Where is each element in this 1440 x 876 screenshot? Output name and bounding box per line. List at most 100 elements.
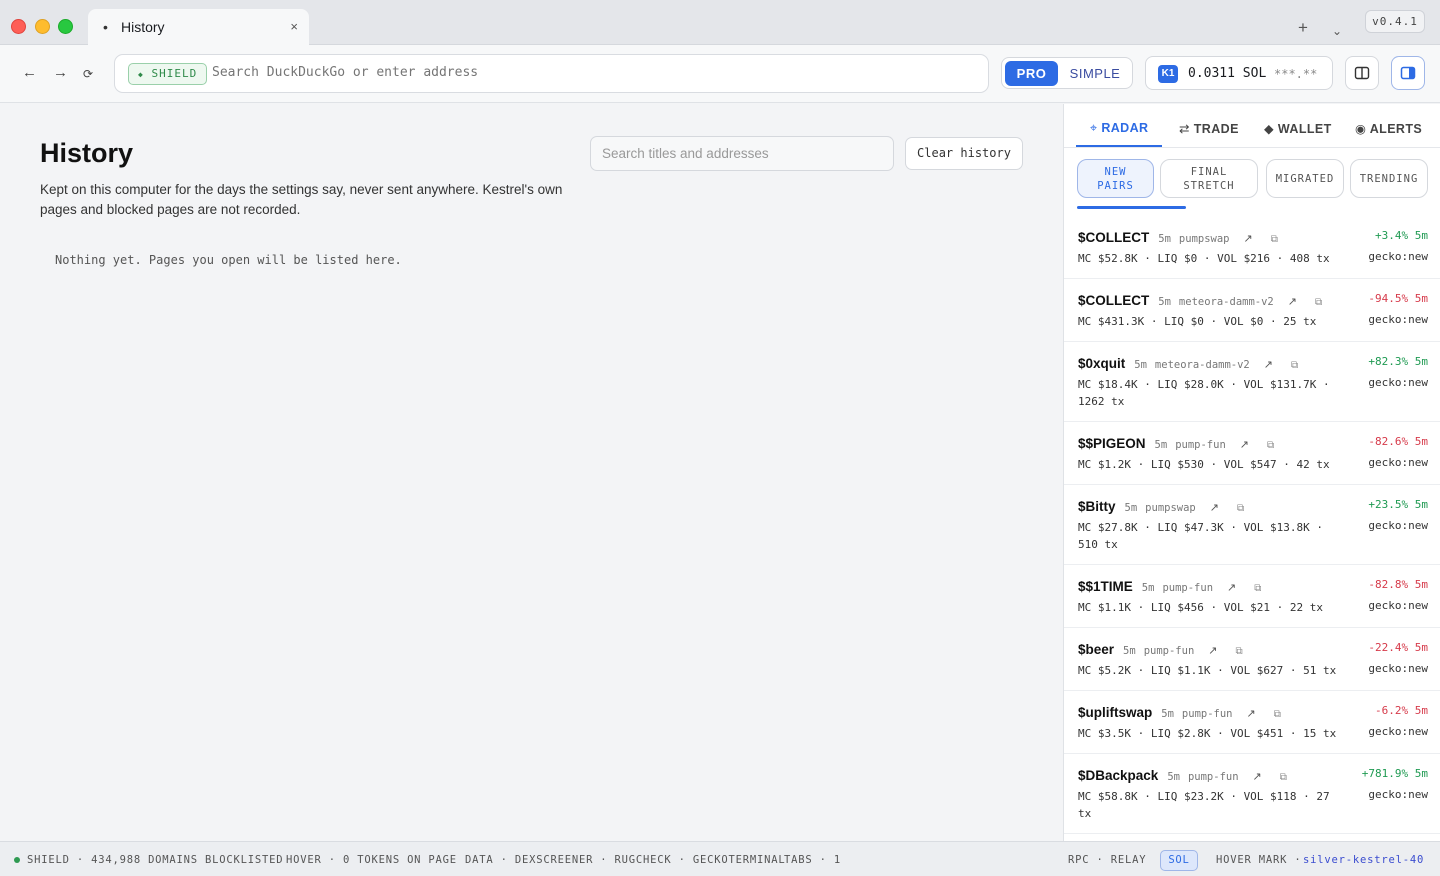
shield-status-dot xyxy=(14,857,20,863)
token-symbol[interactable]: $Bitty xyxy=(1078,499,1116,514)
clear-history-button[interactable]: Clear history xyxy=(905,137,1023,170)
token-row[interactable]: $DBackpack 5m pump-fun ↗ ⧉ +781.9% 5m gecko:ne… xyxy=(1064,754,1440,834)
token-row[interactable]: $beer 5m pump-fun ↗ ⧉ -22.4% 5m gecko:new MC $5… xyxy=(1064,628,1440,691)
tab-trade-label: TRADE xyxy=(1193,122,1239,136)
title-bar: • History × + ⌄ v0.4.1 xyxy=(0,0,1440,45)
token-symbol[interactable]: $$PIGEON xyxy=(1078,436,1146,451)
copy-icon[interactable]: ⧉ xyxy=(1315,297,1322,308)
tab-radar-label: RADAR xyxy=(1101,121,1149,135)
maximize-window-button[interactable] xyxy=(58,19,73,34)
back-icon[interactable]: ← xyxy=(22,64,37,81)
token-symbol[interactable]: $beer xyxy=(1078,642,1114,657)
address-input[interactable] xyxy=(212,65,952,80)
external-link-icon[interactable]: ↗ xyxy=(1210,501,1219,514)
history-search-input[interactable]: Search titles and addresses xyxy=(590,136,894,171)
tab-title: History xyxy=(121,19,165,35)
token-age: 5m xyxy=(1134,359,1147,371)
wallet-balance-button[interactable]: K1 0.0311 SOL ***.** xyxy=(1145,56,1333,90)
empty-state-text: Nothing yet. Pages you open will be list… xyxy=(55,253,402,267)
tab-alerts[interactable]: ◉ ALERTS xyxy=(1355,121,1422,136)
minimize-window-button[interactable] xyxy=(35,19,50,34)
external-link-icon[interactable]: ↗ xyxy=(1264,358,1273,371)
page-title: History xyxy=(40,138,134,168)
tab-wallet[interactable]: ◆ WALLET xyxy=(1264,121,1332,136)
tab-menu-icon[interactable]: ⌄ xyxy=(1332,24,1342,38)
external-link-icon[interactable]: ↗ xyxy=(1227,581,1236,594)
token-symbol[interactable]: $0xquit xyxy=(1078,356,1125,371)
token-stats: MC $18.4K · LIQ $28.0K · VOL $131.7K · 1… xyxy=(1078,378,1330,408)
external-link-icon[interactable]: ↗ xyxy=(1288,295,1297,308)
wallet-icon: ◆ xyxy=(1264,122,1275,136)
copy-icon[interactable]: ⧉ xyxy=(1274,709,1281,720)
radar-panel: ⌖ RADAR ⇄ TRADE ◆ WALLET ◉ ALERTS NEW PA… xyxy=(1063,104,1440,841)
status-data: DATA · DEXSCREENER · RUGCHECK · GECKOTER… xyxy=(465,854,786,866)
copy-icon[interactable]: ⧉ xyxy=(1267,440,1274,451)
copy-icon[interactable]: ⧉ xyxy=(1237,503,1244,514)
tab-trade[interactable]: ⇄ TRADE xyxy=(1179,121,1239,136)
token-age: 5m xyxy=(1123,645,1136,657)
mode-simple-button[interactable]: SIMPLE xyxy=(1064,61,1126,86)
external-link-icon[interactable]: ↗ xyxy=(1247,707,1256,720)
chip-migrated[interactable]: MIGRATED xyxy=(1266,159,1344,198)
external-link-icon[interactable]: ↗ xyxy=(1240,438,1249,451)
external-link-icon[interactable]: ↗ xyxy=(1253,770,1262,783)
token-row[interactable]: $ANNE5mpump-fun↗⧉-92.9% 5m xyxy=(1064,834,1440,841)
token-symbol[interactable]: $DBackpack xyxy=(1078,768,1158,783)
token-dex: pump-fun xyxy=(1181,708,1233,720)
chip-progress-bar xyxy=(1077,206,1186,209)
token-age: 5m xyxy=(1154,439,1168,451)
token-dex: pump-fun xyxy=(1187,771,1239,783)
copy-icon[interactable]: ⧉ xyxy=(1280,772,1287,783)
status-rpc[interactable]: RPC · RELAY xyxy=(1068,854,1146,866)
tab-radar[interactable]: ⌖ RADAR xyxy=(1090,121,1148,136)
token-row[interactable]: $COLLECT 5m meteora-damm-v2 ↗ ⧉ -94.5% 5m geck… xyxy=(1064,279,1440,342)
token-row[interactable]: $0xquit 5m meteora-damm-v2 ↗ ⧉ +82.3% 5m gecko… xyxy=(1064,342,1440,422)
copy-icon[interactable]: ⧉ xyxy=(1271,234,1278,245)
new-tab-button[interactable]: + xyxy=(1298,18,1308,38)
external-link-icon[interactable]: ↗ xyxy=(1208,644,1217,657)
status-shield: SHIELD · 434,988 DOMAINS BLOCKLISTED xyxy=(27,854,284,866)
split-view-button[interactable] xyxy=(1345,56,1379,90)
copy-icon[interactable]: ⧉ xyxy=(1291,360,1298,371)
token-row[interactable]: $Bitty 5m pumpswap ↗ ⧉ +23.5% 5m gecko:new MC $… xyxy=(1064,485,1440,565)
token-row[interactable]: $$PIGEON 5m pump-fun ↗ ⧉ -82.6% 5m gecko:new MC… xyxy=(1064,422,1440,485)
token-source: gecko:new xyxy=(1368,313,1428,326)
token-row[interactable]: $$1TIME 5m pump-fun ↗ ⧉ -82.8% 5m gecko:new MC … xyxy=(1064,565,1440,628)
price-change: +82.3% 5m xyxy=(1368,355,1428,368)
mode-pro-button[interactable]: PRO xyxy=(1005,61,1058,86)
address-bar[interactable]: ◆ SHIELD xyxy=(114,54,989,93)
token-row[interactable]: $COLLECT 5m pumpswap ↗ ⧉ +3.4% 5m gecko:new MC … xyxy=(1064,216,1440,279)
token-row[interactable]: $upliftswap 5m pump-fun ↗ ⧉ -6.2% 5m gecko:new… xyxy=(1064,691,1440,754)
sidebar-toggle-button[interactable] xyxy=(1391,56,1425,90)
reload-icon[interactable]: ⟳ xyxy=(83,67,93,81)
tab-history[interactable]: • History × xyxy=(88,9,309,45)
shield-badge[interactable]: ◆ SHIELD xyxy=(128,63,208,85)
price-change: -82.8% 5m xyxy=(1368,578,1428,591)
status-sol-pill[interactable]: SOL xyxy=(1160,850,1198,871)
token-age: 5m xyxy=(1141,582,1155,594)
tab-close-icon[interactable]: × xyxy=(290,19,298,34)
token-dex: pumpswap xyxy=(1178,233,1230,245)
forward-icon[interactable]: → xyxy=(53,64,68,81)
trade-icon: ⇄ xyxy=(1179,122,1190,136)
mode-toggle: PRO SIMPLE xyxy=(1001,57,1133,89)
copy-icon[interactable]: ⧉ xyxy=(1254,583,1261,594)
token-symbol[interactable]: $COLLECT xyxy=(1078,293,1149,308)
token-source: gecko:new xyxy=(1368,456,1428,469)
token-dex: pump-fun xyxy=(1143,645,1195,657)
tab-wallet-label: WALLET xyxy=(1277,122,1332,136)
chip-final-stretch[interactable]: FINAL STRETCH xyxy=(1160,159,1258,198)
token-stats: MC $1.1K · LIQ $456 · VOL $21 · 22 tx xyxy=(1078,601,1324,614)
wallet-masked-value: ***.** xyxy=(1274,67,1318,81)
external-link-icon[interactable]: ↗ xyxy=(1244,232,1253,245)
token-symbol[interactable]: $upliftswap xyxy=(1078,705,1152,720)
chip-trending[interactable]: TRENDING xyxy=(1350,159,1428,198)
chip-new-pairs[interactable]: NEW PAIRS xyxy=(1077,159,1154,198)
token-symbol[interactable]: $$1TIME xyxy=(1078,579,1133,594)
token-symbol[interactable]: $COLLECT xyxy=(1078,230,1149,245)
tab-dot-icon: • xyxy=(103,19,108,35)
page-description: Kept on this computer for the days the s… xyxy=(40,182,563,217)
token-stats: MC $58.8K · LIQ $23.2K · VOL $118 · 27 t… xyxy=(1078,790,1330,820)
close-window-button[interactable] xyxy=(11,19,26,34)
copy-icon[interactable]: ⧉ xyxy=(1235,646,1242,657)
